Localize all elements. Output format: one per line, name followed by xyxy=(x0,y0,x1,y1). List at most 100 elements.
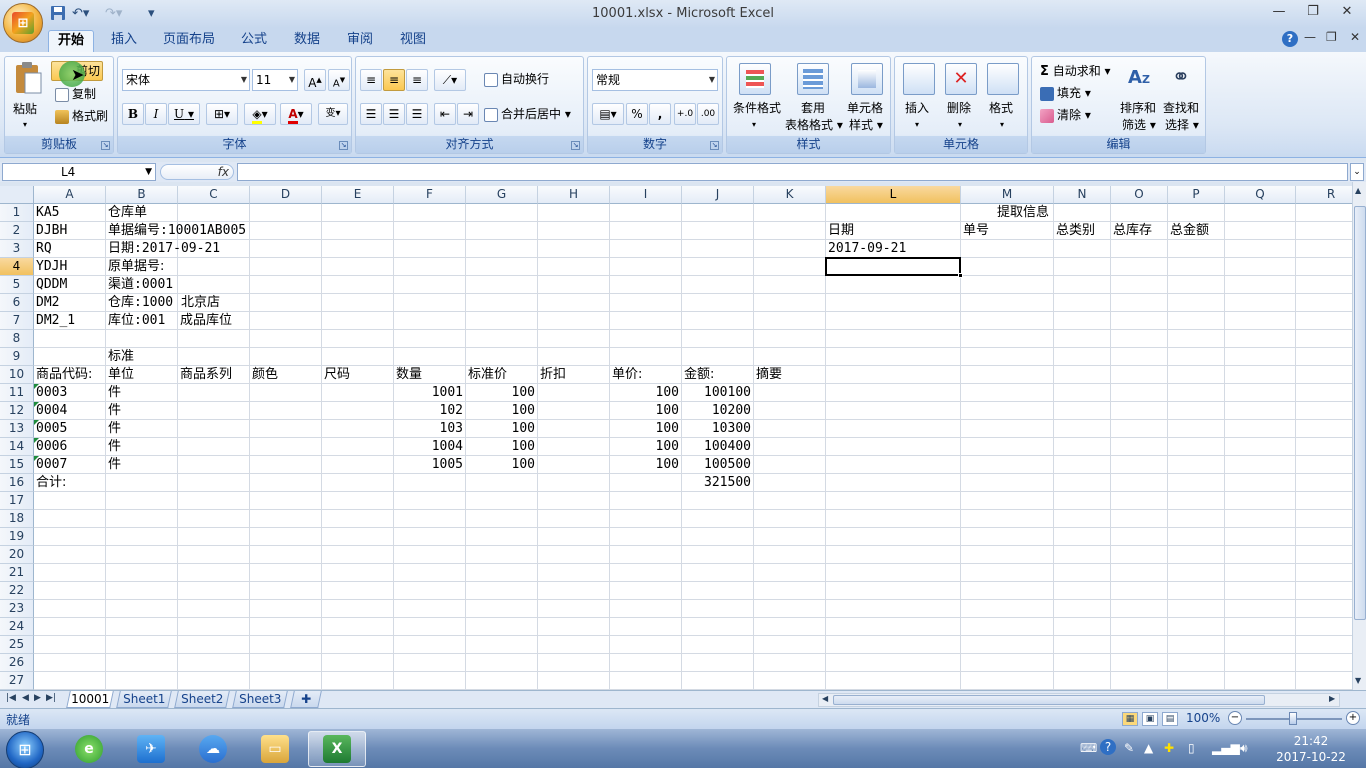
increase-decimal-button[interactable]: +.0 xyxy=(674,103,696,125)
cell-a13[interactable]: 0005 xyxy=(34,420,69,438)
expand-formula-bar-icon[interactable]: ⌄ xyxy=(1350,163,1364,181)
ribbon-close-button[interactable]: ✕ xyxy=(1350,30,1360,44)
column-header-n[interactable]: N xyxy=(1054,186,1111,204)
cell-b11[interactable]: 件 xyxy=(106,384,123,402)
row-header-10[interactable]: 10 xyxy=(0,366,34,384)
row-header-19[interactable]: 19 xyxy=(0,528,34,546)
cell-g13[interactable]: 100 xyxy=(466,420,537,438)
comma-button[interactable]: , xyxy=(649,103,671,125)
fill-handle[interactable] xyxy=(958,273,963,278)
italic-button[interactable]: I xyxy=(145,103,167,125)
zoom-slider-knob[interactable] xyxy=(1289,712,1297,725)
cell-b14[interactable]: 件 xyxy=(106,438,123,456)
bold-button[interactable]: B xyxy=(122,103,144,125)
clear-button[interactable]: 清除 ▾ xyxy=(1040,107,1091,123)
row-header-11[interactable]: 11 xyxy=(0,384,34,402)
ribbon-restore-button[interactable]: ❐ xyxy=(1326,30,1337,44)
column-header-j[interactable]: J xyxy=(682,186,754,204)
cell-a2[interactable]: DJBH xyxy=(34,222,69,240)
taskbar-app-browser[interactable]: e xyxy=(60,731,118,767)
zoom-level[interactable]: 100% xyxy=(1186,711,1220,725)
cell-f10[interactable]: 数量 xyxy=(394,366,424,384)
cell-a16[interactable]: 合计: xyxy=(34,474,68,492)
column-header-o[interactable]: O xyxy=(1111,186,1168,204)
paste-dropdown-icon[interactable]: ▾ xyxy=(23,117,27,133)
taskbar-app-messenger[interactable]: ✈ xyxy=(122,731,180,767)
cell-b6[interactable]: 仓库:1000 北京店 xyxy=(106,294,222,312)
cell-b1[interactable]: 仓库单 xyxy=(106,204,149,222)
cell-j15[interactable]: 100500 xyxy=(682,456,753,474)
security-icon[interactable]: ✚ xyxy=(1164,741,1174,755)
font-name-combo[interactable]: 宋体 ▼ xyxy=(122,69,250,91)
row-header-23[interactable]: 23 xyxy=(0,600,34,618)
row-header-4[interactable]: 4 xyxy=(0,258,34,276)
cell-l3[interactable]: 2017-09-21 xyxy=(826,240,908,258)
decrease-indent-button[interactable]: ⇤ xyxy=(434,103,456,125)
maximize-button[interactable]: ❐ xyxy=(1302,4,1324,20)
column-header-m[interactable]: M xyxy=(961,186,1054,204)
fill-color-button[interactable]: ◈▾ xyxy=(244,103,276,125)
worksheet-grid[interactable]: ABCDEFGHIJKLMNOPQR 1 2 3 4 5 6 7 8 9 10 11 12 13 14 15… xyxy=(0,186,1352,690)
sheet-tab-sheet3[interactable]: Sheet3 xyxy=(232,691,288,708)
column-header-a[interactable]: A xyxy=(34,186,106,204)
zoom-out-icon[interactable]: − xyxy=(1228,711,1242,725)
scroll-up-icon[interactable]: ▲ xyxy=(1355,186,1361,195)
clipboard-launcher-icon[interactable]: ↘ xyxy=(101,141,110,150)
row-header-12[interactable]: 12 xyxy=(0,402,34,420)
cell-f11[interactable]: 1001 xyxy=(394,384,465,402)
cell-a11[interactable]: 0003 xyxy=(34,384,69,402)
pen-icon[interactable]: ✎ xyxy=(1124,741,1134,755)
paste-button[interactable]: 粘贴 xyxy=(13,101,37,117)
tab-home[interactable]: 开始 xyxy=(48,30,94,52)
alignment-launcher-icon[interactable]: ↘ xyxy=(571,141,580,150)
cell-g14[interactable]: 100 xyxy=(466,438,537,456)
paste-icon[interactable] xyxy=(13,61,43,95)
help-tray-icon[interactable]: ? xyxy=(1100,739,1116,755)
cell-b7[interactable]: 库位:001 xyxy=(106,312,167,330)
taskbar-app-explorer[interactable]: ▭ xyxy=(246,731,304,767)
cell-j10[interactable]: 金额: xyxy=(682,366,716,384)
cell-a10[interactable]: 商品代码: xyxy=(34,366,94,384)
page-break-view-button[interactable]: ▤ xyxy=(1162,712,1178,726)
cell-styles-button[interactable]: 样式 ▾ xyxy=(849,117,883,133)
row-header-21[interactable]: 21 xyxy=(0,564,34,582)
select-all-corner[interactable] xyxy=(0,186,34,204)
find-select-button[interactable]: 选择 ▾ xyxy=(1165,117,1199,133)
row-header-5[interactable]: 5 xyxy=(0,276,34,294)
usb-icon[interactable]: ▯ xyxy=(1188,741,1195,755)
tab-page-layout[interactable]: 页面布局 xyxy=(156,30,222,52)
last-sheet-icon[interactable]: ▶| xyxy=(46,693,56,703)
cell-i11[interactable]: 100 xyxy=(610,384,681,402)
row-header-27[interactable]: 27 xyxy=(0,672,34,690)
font-size-combo[interactable]: 11 ▼ xyxy=(252,69,298,91)
column-header-h[interactable]: H xyxy=(538,186,610,204)
row-header-24[interactable]: 24 xyxy=(0,618,34,636)
tab-view[interactable]: 视图 xyxy=(391,30,435,52)
insert-sheet-icon[interactable]: ✚ xyxy=(290,691,322,708)
align-center-button[interactable]: ☰ xyxy=(383,103,405,125)
cell-c7[interactable]: 成品库位 xyxy=(178,312,234,330)
percent-button[interactable]: % xyxy=(626,103,648,125)
sheet-tab-sheet1[interactable]: Sheet1 xyxy=(116,691,172,708)
column-header-q[interactable]: Q xyxy=(1225,186,1296,204)
grow-font-button[interactable]: A▲ xyxy=(304,69,326,91)
merge-center-button[interactable]: 合并后居中 ▾ xyxy=(484,106,571,122)
cell-j13[interactable]: 10300 xyxy=(682,420,753,438)
cell-m2[interactable]: 单号 xyxy=(961,222,991,240)
cell-j14[interactable]: 100400 xyxy=(682,438,753,456)
number-format-combo[interactable]: 常规 ▼ xyxy=(592,69,718,91)
prev-sheet-icon[interactable]: ◀ xyxy=(22,693,29,703)
cell-g12[interactable]: 100 xyxy=(466,402,537,420)
help-icon[interactable]: ? xyxy=(1282,31,1298,47)
column-header-e[interactable]: E xyxy=(322,186,394,204)
align-middle-button[interactable]: ≡ xyxy=(383,69,405,91)
cell-f12[interactable]: 102 xyxy=(394,402,465,420)
cell-b4[interactable]: 原单据号: xyxy=(106,258,166,276)
name-box[interactable]: L4 ▼ xyxy=(2,163,156,181)
taskbar-app-excel[interactable]: X xyxy=(308,731,366,767)
cell-i13[interactable]: 100 xyxy=(610,420,681,438)
column-header-d[interactable]: D xyxy=(250,186,322,204)
horizontal-scroll-thumb[interactable] xyxy=(833,695,1265,705)
insert-function-button[interactable]: fx xyxy=(160,164,234,180)
row-header-18[interactable]: 18 xyxy=(0,510,34,528)
